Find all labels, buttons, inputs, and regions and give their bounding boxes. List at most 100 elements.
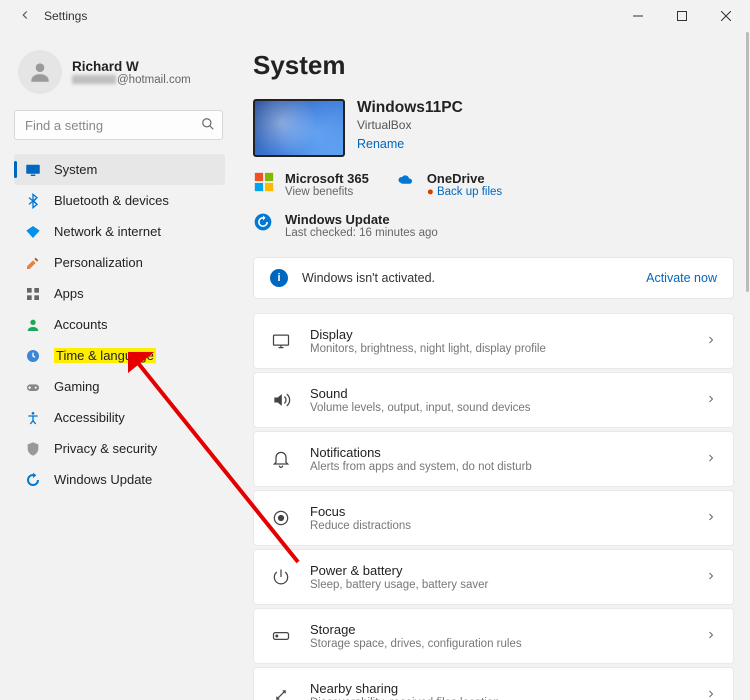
sidebar-item-accounts[interactable]: Accounts [14,309,225,340]
tile-sub: View benefits [285,186,369,198]
privacy-icon [24,440,42,458]
card-title: Storage [310,622,705,637]
settings-card-display[interactable]: DisplayMonitors, brightness, night light… [253,313,734,369]
chevron-right-icon [705,334,717,349]
sidebar-item-label: Accessibility [54,410,125,425]
tile-onedrive[interactable]: OneDrive ● Back up files [395,171,502,198]
sidebar-item-label: Gaming [54,379,100,394]
gaming-icon [24,378,42,396]
system-icon [24,161,42,179]
page-heading: System [253,50,734,81]
maximize-button[interactable] [660,1,704,31]
sidebar-item-time[interactable]: Time & language [14,340,225,371]
maximize-icon [677,11,687,21]
card-subtitle: Reduce distractions [310,520,705,532]
settings-list: DisplayMonitors, brightness, night light… [253,313,734,700]
sidebar-item-label: Time & language [54,348,156,363]
time-icon [24,347,42,365]
tile-sub: ● Back up files [427,186,502,198]
tile-sub: Last checked: 16 minutes ago [285,227,438,239]
update-icon [253,212,275,234]
sidebar-item-label: Network & internet [54,224,161,239]
scrollbar-thumb[interactable] [746,32,749,292]
card-title: Nearby sharing [310,681,705,696]
search-input[interactable] [14,110,223,140]
settings-card-nearby[interactable]: Nearby sharingDiscoverability, received … [253,667,734,700]
accounts-icon [24,316,42,334]
tile-windows-update[interactable]: Windows Update Last checked: 16 minutes … [253,212,438,239]
tile-title: OneDrive [427,171,502,186]
card-title: Focus [310,504,705,519]
sidebar-item-gaming[interactable]: Gaming [14,371,225,402]
settings-card-storage[interactable]: StorageStorage space, drives, configurat… [253,608,734,664]
close-icon [721,11,731,21]
onedrive-icon [395,171,417,193]
top-row: Windows11PC VirtualBox Rename Microsoft … [253,99,734,239]
minimize-button[interactable] [616,1,660,31]
card-subtitle: Monitors, brightness, night light, displ… [310,343,705,355]
chevron-right-icon [705,393,717,408]
back-button[interactable] [8,8,42,25]
card-title: Display [310,327,705,342]
settings-card-sound[interactable]: SoundVolume levels, output, input, sound… [253,372,734,428]
sidebar-item-system[interactable]: System [14,154,225,185]
sound-icon [270,389,292,411]
avatar [18,50,62,94]
info-icon: i [270,269,288,287]
sidebar-item-update[interactable]: Windows Update [14,464,225,495]
settings-card-power[interactable]: Power & batterySleep, battery usage, bat… [253,549,734,605]
microsoft-icon [253,171,275,193]
card-title: Notifications [310,445,705,460]
pc-host: VirtualBox [357,118,463,132]
sidebar: Richard W @hotmail.com System Bluetooth &… [0,32,235,700]
rename-link[interactable]: Rename [357,137,463,151]
tile-title: Windows Update [285,212,438,227]
card-title: Power & battery [310,563,705,578]
user-email: @hotmail.com [72,74,191,86]
settings-card-notifications[interactable]: NotificationsAlerts from apps and system… [253,431,734,487]
nearby-icon [270,684,292,700]
network-icon [24,223,42,241]
arrow-left-icon [18,8,32,22]
close-button[interactable] [704,1,748,31]
activate-link[interactable]: Activate now [646,271,717,285]
sidebar-item-label: Apps [54,286,84,301]
sidebar-item-personalization[interactable]: Personalization [14,247,225,278]
tile-microsoft365[interactable]: Microsoft 365 View benefits [253,171,369,198]
chevron-right-icon [705,570,717,585]
window-title: Settings [44,9,87,23]
card-title: Sound [310,386,705,401]
personalization-icon [24,254,42,272]
pc-block: Windows11PC VirtualBox Rename [253,99,463,157]
update-icon [24,471,42,489]
banner-text: Windows isn't activated. [302,271,646,285]
bluetooth-icon [24,192,42,210]
settings-card-focus[interactable]: FocusReduce distractions [253,490,734,546]
sidebar-item-network[interactable]: Network & internet [14,216,225,247]
apps-icon [24,285,42,303]
person-icon [27,59,53,85]
titlebar: Settings [0,0,750,32]
focus-icon [270,507,292,529]
nav-list: System Bluetooth & devices Network & inter… [14,154,225,495]
chevron-right-icon [705,511,717,526]
sidebar-item-privacy[interactable]: Privacy & security [14,433,225,464]
card-subtitle: Sleep, battery usage, battery saver [310,579,705,591]
storage-icon [270,625,292,647]
power-icon [270,566,292,588]
search-icon [201,117,215,136]
search-wrapper [14,110,223,140]
notifications-icon [270,448,292,470]
pc-name: Windows11PC [357,99,463,117]
sidebar-item-accessibility[interactable]: Accessibility [14,402,225,433]
user-name: Richard W [72,59,191,74]
pc-thumbnail [253,99,345,157]
sidebar-item-bluetooth[interactable]: Bluetooth & devices [14,185,225,216]
sidebar-item-label: Privacy & security [54,441,157,456]
sidebar-item-label: Accounts [54,317,107,332]
sidebar-item-label: System [54,162,97,177]
activation-banner: i Windows isn't activated. Activate now [253,257,734,299]
sidebar-item-apps[interactable]: Apps [14,278,225,309]
card-subtitle: Alerts from apps and system, do not dist… [310,461,705,473]
user-profile[interactable]: Richard W @hotmail.com [14,50,225,94]
